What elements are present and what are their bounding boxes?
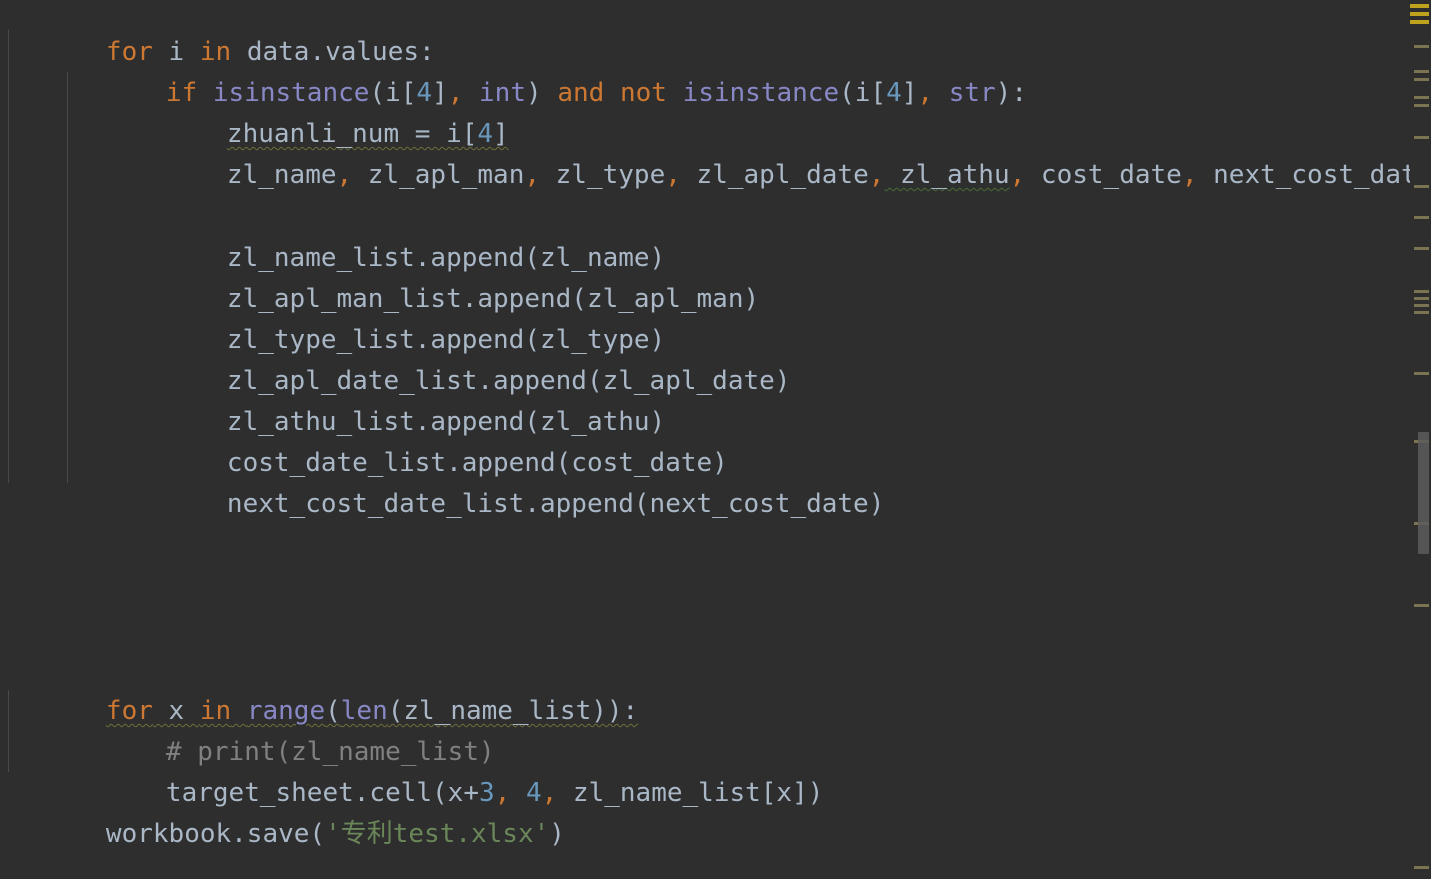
token-identifier: [933, 78, 949, 108]
stripe-marker[interactable]: [1414, 866, 1429, 869]
token-identifier: ]: [901, 78, 918, 108]
token-identifier: ): [549, 819, 565, 849]
token-builtin: str: [948, 78, 996, 108]
token-comma: ,: [868, 160, 885, 190]
marker-stripe-gutter[interactable]: [1410, 0, 1431, 879]
token-identifier: ): [526, 78, 558, 108]
token-comma: ,: [336, 160, 353, 190]
stripe-marker[interactable]: [1414, 104, 1429, 107]
code-line[interactable]: for i in data.values:: [0, 0, 435, 67]
warning-stripe-marker[interactable]: [1410, 4, 1429, 8]
stripe-marker[interactable]: [1414, 136, 1429, 139]
token-comma: ,: [524, 160, 540, 190]
stripe-marker[interactable]: [1414, 247, 1429, 250]
token-identifier: zl_apl_date: [680, 160, 869, 190]
stripe-marker[interactable]: [1414, 78, 1429, 81]
token-identifier: zl_apl_man: [352, 160, 525, 190]
code-line[interactable]: # print(zl_name_list): [0, 691, 495, 767]
stripe-marker[interactable]: [1414, 70, 1429, 73]
token-identifier: zl_athu: [884, 160, 1010, 190]
code-line[interactable]: target_sheet.cell(x+3, 4, zl_name_list[x…: [0, 732, 823, 808]
stripe-marker[interactable]: [1414, 45, 1429, 48]
stripe-marker[interactable]: [1414, 604, 1429, 607]
stripe-marker[interactable]: [1414, 96, 1429, 99]
token-comma: ,: [917, 78, 934, 108]
stripe-marker[interactable]: [1414, 304, 1429, 307]
token-identifier: cost_date: [1025, 160, 1182, 190]
token-identifier: zl_type: [540, 160, 666, 190]
token-keyword: not: [619, 78, 667, 108]
token-comma: ,: [665, 160, 681, 190]
token-identifier: [667, 78, 683, 108]
code-line[interactable]: if isinstance(i[4], int) and not isinsta…: [0, 32, 1027, 108]
code-line[interactable]: for x in range(len(zl_name_list)):: [0, 650, 638, 726]
token-comma: ,: [1009, 160, 1026, 190]
code-line[interactable]: next_cost_date_list.append(next_cost_dat…: [0, 443, 884, 519]
token-identifier: [604, 78, 620, 108]
stripe-marker[interactable]: [1414, 297, 1429, 300]
token-identifier: workbook.save(: [105, 819, 326, 849]
code-line[interactable]: zl_name, zl_apl_man, zl_type, zl_apl_dat…: [0, 114, 1431, 190]
vertical-scrollbar-thumb[interactable]: [1418, 432, 1429, 554]
code-line[interactable]: workbook.save('专利test.xlsx'): [0, 773, 565, 849]
stripe-marker[interactable]: [1414, 372, 1429, 375]
token-comma: ,: [1181, 160, 1198, 190]
token-string: '专利test.xlsx': [325, 819, 550, 849]
stripe-marker[interactable]: [1414, 311, 1429, 314]
token-identifier: next_cost_date = ZhuanL: [1213, 160, 1431, 190]
code-line[interactable]: zl_type_list.append(zl_type): [0, 279, 665, 355]
token-keyword: and: [557, 78, 605, 108]
code-line[interactable]: for a in range(len(zl_apl_man_list)):: [0, 855, 685, 879]
token-identifier: (i[: [839, 78, 887, 108]
token-identifier: zl_name_list[x]): [557, 778, 824, 808]
token-identifier: ):: [995, 78, 1027, 108]
stripe-marker[interactable]: [1414, 290, 1429, 293]
token-builtin: isinstance: [682, 78, 840, 108]
code-line[interactable]: zl_apl_date_list.append(zl_apl_date): [0, 320, 791, 396]
stripe-marker[interactable]: [1414, 185, 1429, 188]
token-identifier: zl_name: [226, 160, 337, 190]
code-text-area[interactable]: for i in data.values: if isinstance(i[4]…: [0, 0, 1431, 879]
warning-stripe-marker[interactable]: [1410, 12, 1429, 16]
token-identifier: next_cost_date_list.append(next_cost_dat…: [226, 489, 885, 519]
code-editor[interactable]: for i in data.values: if isinstance(i[4]…: [0, 0, 1431, 879]
code-line[interactable]: zhuanli_num = i[4]: [0, 73, 509, 149]
code-line[interactable]: cost_date_list.append(cost_date): [0, 402, 728, 478]
code-line[interactable]: zl_apl_man_list.append(zl_apl_man): [0, 238, 759, 314]
token-number: 4: [886, 78, 902, 108]
warning-stripe-marker[interactable]: [1410, 20, 1429, 24]
code-line[interactable]: zl_athu_list.append(zl_athu): [0, 361, 665, 437]
code-line[interactable]: zl_name_list.append(zl_name): [0, 197, 665, 273]
stripe-marker[interactable]: [1414, 216, 1429, 219]
